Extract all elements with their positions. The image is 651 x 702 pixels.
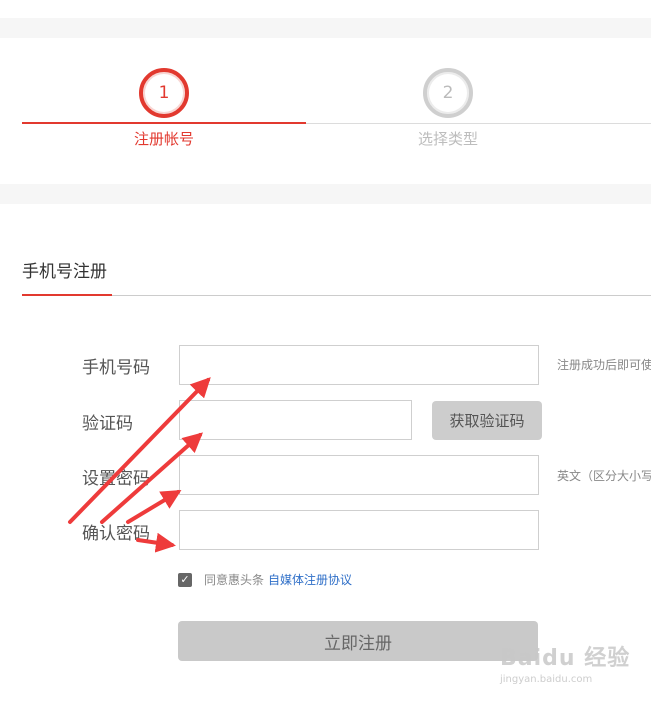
watermark-brand: Baidu 经验 [500,646,631,671]
register-submit-button[interactable]: 立即注册 [178,621,538,661]
step-2-circle: 2 [423,68,473,118]
agreement-link[interactable]: 自媒体注册协议 [268,571,352,588]
get-code-button[interactable]: 获取验证码 [432,401,542,440]
step-1-progress-line [22,122,306,124]
step-2-label: 选择类型 [417,130,478,148]
code-label: 验证码 [82,414,133,434]
section-rule [112,295,651,296]
password-input[interactable] [179,455,539,495]
password-label: 设置密码 [82,469,150,489]
checkbox-checked-icon[interactable]: ✓ [178,572,192,587]
phone-hint: 注册成功后即可使 [557,358,651,372]
step-2-number: 2 [442,83,454,103]
verification-code-input[interactable] [179,400,412,440]
phone-label: 手机号码 [82,358,150,378]
step-1-number: 1 [158,83,170,103]
phone-input[interactable] [179,345,539,385]
confirm-password-input[interactable] [179,510,539,550]
step-1-label: 注册帐号 [133,130,194,148]
section-title-underline [22,294,112,296]
step-1-circle: 1 [139,68,189,118]
top-band [0,18,651,38]
section-title: 手机号注册 [22,262,107,282]
confirm-password-label: 确认密码 [82,524,150,544]
watermark-url: jingyan.baidu.com [500,674,593,685]
agreement-row: ✓ 同意惠头条 自媒体注册协议 [178,571,352,588]
baidu-jingyan-watermark: Baidu 经验 jingyan.baidu.com [500,634,645,694]
step-2-progress-line [306,123,651,124]
password-hint: 英文（区分大小写 [557,469,651,483]
agreement-text: 同意惠头条 [204,573,265,587]
divider-band [0,184,651,204]
red-annotation-arrow-icon [126,489,182,524]
